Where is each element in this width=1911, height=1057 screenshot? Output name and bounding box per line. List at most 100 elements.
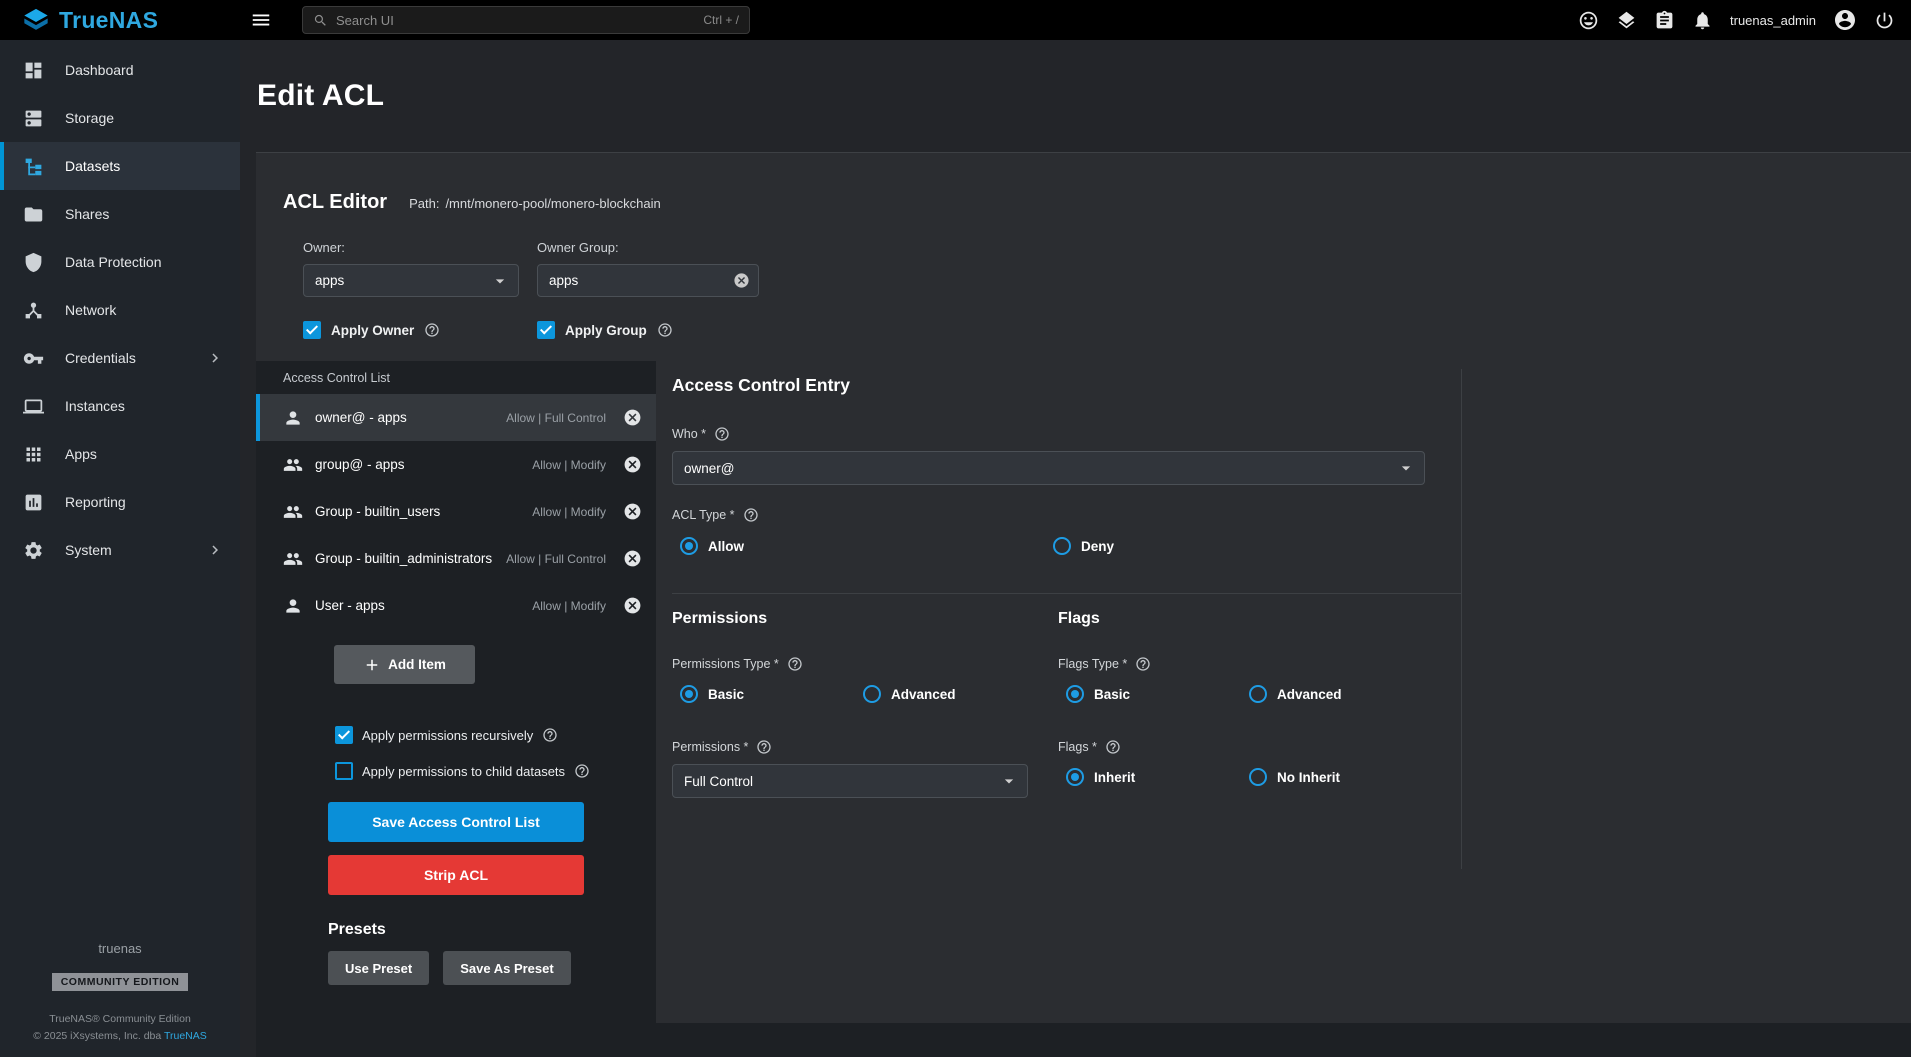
- user-avatar-icon[interactable]: [1833, 8, 1857, 32]
- flags-title: Flags: [1058, 610, 1461, 628]
- truenas-logo[interactable]: TrueNAS: [0, 7, 238, 34]
- notifications-icon[interactable]: [1692, 10, 1713, 31]
- apply-recursively-checkbox[interactable]: [335, 726, 353, 744]
- owner-group-select[interactable]: apps: [537, 264, 759, 297]
- dropdown-icon[interactable]: [999, 771, 1019, 791]
- delete-entry-icon[interactable]: [623, 549, 642, 568]
- help-icon[interactable]: [756, 739, 772, 755]
- dataset-path: Path:/mnt/monero-pool/monero-blockchain: [409, 196, 661, 211]
- radio-button[interactable]: [1249, 768, 1267, 786]
- save-as-preset-button[interactable]: Save As Preset: [443, 951, 570, 985]
- delete-entry-icon[interactable]: [623, 408, 642, 427]
- acl-type-deny-radio[interactable]: Deny: [1053, 537, 1426, 555]
- sidebar-item-system[interactable]: System: [0, 526, 240, 574]
- flags-type-basic-radio[interactable]: Basic: [1066, 685, 1249, 703]
- help-icon[interactable]: [1105, 739, 1121, 755]
- search-icon: [313, 13, 328, 28]
- feedback-icon[interactable]: [1578, 10, 1599, 31]
- search-bar[interactable]: Ctrl + /: [302, 6, 750, 34]
- edition-badge: COMMUNITY EDITION: [52, 973, 189, 991]
- radio-button[interactable]: [680, 685, 698, 703]
- group-entry-icon: [283, 455, 303, 475]
- help-icon[interactable]: [657, 322, 673, 338]
- delete-entry-icon[interactable]: [623, 596, 642, 615]
- radio-button[interactable]: [863, 685, 881, 703]
- ace-title: Access Control Entry: [672, 375, 1911, 396]
- dashboard-icon: [23, 60, 44, 81]
- sidebar-item-apps[interactable]: Apps: [0, 430, 240, 478]
- radio-button[interactable]: [1066, 685, 1084, 703]
- delete-entry-icon[interactable]: [623, 502, 642, 521]
- acl-entry-row[interactable]: User - apps Allow | Modify: [256, 582, 656, 629]
- sidebar-item-shares[interactable]: Shares: [0, 190, 240, 238]
- radio-button[interactable]: [1053, 537, 1071, 555]
- search-input[interactable]: [336, 13, 695, 28]
- system-icon: [23, 540, 44, 561]
- help-icon[interactable]: [787, 656, 803, 672]
- clear-icon[interactable]: [733, 272, 750, 289]
- acl-editor-title: ACL Editor: [283, 191, 387, 214]
- permissions-type-label: Permissions Type *: [672, 656, 1058, 672]
- sidebar-footer: truenas COMMUNITY EDITION TrueNAS® Commu…: [0, 941, 240, 1045]
- acl-entry-row[interactable]: group@ - apps Allow | Modify: [256, 441, 656, 488]
- sidebar-item-network[interactable]: Network: [0, 286, 240, 334]
- permissions-type-advanced-radio[interactable]: Advanced: [863, 685, 1046, 703]
- sidebar-item-storage[interactable]: Storage: [0, 94, 240, 142]
- delete-entry-icon[interactable]: [623, 455, 642, 474]
- hamburger-menu-icon[interactable]: [250, 9, 272, 31]
- flags-type-advanced-radio[interactable]: Advanced: [1249, 685, 1432, 703]
- permissions-type-basic-radio[interactable]: Basic: [680, 685, 863, 703]
- sidebar-item-reporting[interactable]: Reporting: [0, 478, 240, 526]
- owner-select[interactable]: apps: [303, 264, 519, 297]
- help-icon[interactable]: [1135, 656, 1151, 672]
- use-preset-button[interactable]: Use Preset: [328, 951, 429, 985]
- user-entry-icon: [283, 408, 303, 428]
- help-icon[interactable]: [424, 322, 440, 338]
- credentials-icon: [23, 348, 44, 369]
- jobs-icon[interactable]: [1654, 10, 1675, 31]
- help-icon[interactable]: [542, 727, 558, 743]
- logo-text: TrueNAS: [59, 7, 158, 34]
- apply-group-checkbox[interactable]: [537, 321, 555, 339]
- acl-list-title: Access Control List: [256, 361, 656, 394]
- add-item-button[interactable]: Add Item: [334, 645, 475, 684]
- strip-acl-button[interactable]: Strip ACL: [328, 855, 584, 895]
- sidebar-item-dashboard[interactable]: Dashboard: [0, 46, 240, 94]
- help-icon[interactable]: [714, 426, 730, 442]
- sidebar-item-instances[interactable]: Instances: [0, 382, 240, 430]
- apply-owner-checkbox[interactable]: [303, 321, 321, 339]
- sidebar-item-credentials[interactable]: Credentials: [0, 334, 240, 382]
- logged-in-username[interactable]: truenas_admin: [1730, 13, 1816, 28]
- flags-no-inherit-radio[interactable]: No Inherit: [1249, 768, 1432, 786]
- truenas-logo-icon: [22, 8, 50, 33]
- radio-button[interactable]: [1066, 768, 1084, 786]
- hostname: truenas: [0, 941, 240, 956]
- permissions-select[interactable]: Full Control: [672, 764, 1028, 798]
- acl-entry-row[interactable]: Group - builtin_administrators Allow | F…: [256, 535, 656, 582]
- power-icon[interactable]: [1874, 10, 1895, 31]
- who-select[interactable]: owner@: [672, 451, 1425, 485]
- apps-icon: [23, 444, 44, 465]
- help-icon[interactable]: [574, 763, 590, 779]
- sidebar-item-data-protection[interactable]: Data Protection: [0, 238, 240, 286]
- help-icon[interactable]: [743, 507, 759, 523]
- acl-entry-row[interactable]: Group - builtin_users Allow | Modify: [256, 488, 656, 535]
- dropdown-icon[interactable]: [1396, 458, 1416, 478]
- apply-child-datasets-checkbox[interactable]: [335, 762, 353, 780]
- acl-entry-row[interactable]: owner@ - apps Allow | Full Control: [256, 394, 656, 441]
- console-footer-strip: [256, 1023, 1911, 1057]
- flags-inherit-radio[interactable]: Inherit: [1066, 768, 1249, 786]
- truenas-link[interactable]: TrueNAS: [164, 1030, 207, 1042]
- group-entry-icon: [283, 502, 303, 522]
- acl-type-allow-radio[interactable]: Allow: [680, 537, 1053, 555]
- layers-icon[interactable]: [1616, 10, 1637, 31]
- acl-editor-card: ACL Editor Path:/mnt/monero-pool/monero-…: [256, 152, 1911, 1023]
- child-datasets-checkbox-group: Apply permissions to child datasets: [335, 762, 656, 780]
- radio-button[interactable]: [680, 537, 698, 555]
- radio-button[interactable]: [1249, 685, 1267, 703]
- sidebar-item-datasets[interactable]: Datasets: [0, 142, 240, 190]
- acl-type-label: ACL Type *: [672, 507, 1911, 523]
- search-shortcut: Ctrl + /: [703, 13, 739, 27]
- save-acl-button[interactable]: Save Access Control List: [328, 802, 584, 842]
- dropdown-icon[interactable]: [490, 271, 510, 291]
